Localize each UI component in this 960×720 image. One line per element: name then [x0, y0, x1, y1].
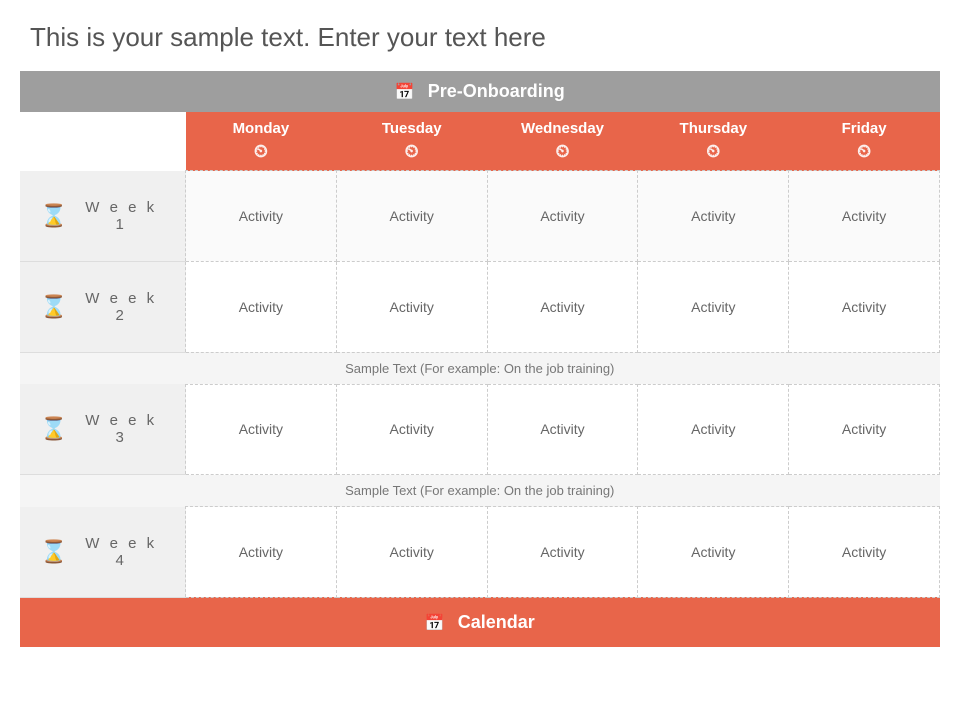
week-4-day-4-activity: Activity	[638, 507, 789, 598]
week-4-label-cell: ⌛ W e e k 4	[20, 507, 186, 598]
week-1-day-2-activity: Activity	[336, 171, 487, 262]
hourglass-icon-week-4: ⌛	[40, 539, 67, 565]
week-3-day-2-activity: Activity	[336, 384, 487, 475]
week-1-day-3-activity: Activity	[487, 171, 638, 262]
week-4-row: ⌛W e e k 4ActivityActivityActivityActivi…	[20, 507, 940, 598]
week-3-day-1-activity: Activity	[186, 384, 337, 475]
week-3-day-4-activity: Activity	[638, 384, 789, 475]
monday-header: Monday ⏲	[186, 112, 337, 171]
week-2-sample-text-row: Sample Text (For example: On the job tra…	[20, 352, 940, 384]
week-4-day-2-activity: Activity	[336, 507, 487, 598]
thursday-header: Thursday ⏲	[638, 112, 789, 171]
week-1-label-wrapper: ⌛ W e e k 1	[28, 185, 177, 247]
week-4-day-3-activity: Activity	[487, 507, 638, 598]
week-2-row: ⌛W e e k 2ActivityActivityActivityActivi…	[20, 261, 940, 352]
week-3-day-3-activity: Activity	[487, 384, 638, 475]
wednesday-header: Wednesday ⏲	[487, 112, 638, 171]
empty-header-cell	[20, 112, 186, 171]
week-3-label-wrapper: ⌛ W e e k 3	[28, 398, 177, 460]
schedule-table-container: 📅 Pre-Onboarding Monday ⏲ Tuesday ⏲	[20, 71, 940, 647]
timer-icon-wednesday: ⏲	[555, 141, 569, 162]
week-1-day-4-activity: Activity	[638, 171, 789, 262]
timer-icon-monday: ⏲	[254, 141, 268, 162]
page-title: This is your sample text. Enter your tex…	[0, 0, 960, 71]
week-1-label-text: W e e k 1	[77, 199, 165, 233]
week-4-label-text: W e e k 4	[77, 535, 165, 569]
week-3-sample-text: Sample Text (For example: On the job tra…	[20, 475, 940, 507]
week-1-row: ⌛W e e k 1ActivityActivityActivityActivi…	[20, 171, 940, 262]
week-2-sample-text: Sample Text (For example: On the job tra…	[20, 352, 940, 384]
tuesday-header: Tuesday ⏲	[336, 112, 487, 171]
preonboarding-header: 📅 Pre-Onboarding	[20, 71, 940, 112]
week-3-row: ⌛W e e k 3ActivityActivityActivityActivi…	[20, 384, 940, 475]
week-2-label-wrapper: ⌛ W e e k 2	[28, 276, 177, 338]
calendar-icon-top: 📅	[395, 84, 415, 101]
calendar-icon-bottom: 📅	[425, 615, 445, 632]
hourglass-icon-week-1: ⌛	[40, 203, 67, 229]
week-3-sample-text-row: Sample Text (For example: On the job tra…	[20, 475, 940, 507]
friday-header: Friday ⏲	[789, 112, 940, 171]
timer-icon-thursday: ⏲	[706, 141, 720, 162]
calendar-footer: 📅 Calendar	[20, 597, 940, 647]
week-2-day-4-activity: Activity	[638, 261, 789, 352]
timer-icon-tuesday: ⏲	[405, 141, 419, 162]
hourglass-icon-week-3: ⌛	[40, 416, 67, 442]
schedule-body: ⌛W e e k 1ActivityActivityActivityActivi…	[20, 171, 940, 598]
week-2-day-2-activity: Activity	[336, 261, 487, 352]
days-header-row: Monday ⏲ Tuesday ⏲ Wednesday ⏲	[20, 112, 940, 171]
week-2-day-5-activity: Activity	[789, 261, 940, 352]
week-3-label-text: W e e k 3	[77, 412, 165, 446]
preonboarding-label: Pre-Onboarding	[428, 81, 565, 101]
hourglass-icon-week-2: ⌛	[40, 294, 67, 320]
week-3-label-cell: ⌛ W e e k 3	[20, 384, 186, 475]
preonboarding-header-row: 📅 Pre-Onboarding	[20, 71, 940, 112]
week-2-day-3-activity: Activity	[487, 261, 638, 352]
week-3-day-5-activity: Activity	[789, 384, 940, 475]
calendar-label: Calendar	[458, 612, 535, 632]
week-4-day-5-activity: Activity	[789, 507, 940, 598]
calendar-footer-row: 📅 Calendar	[20, 597, 940, 647]
timer-icon-friday: ⏲	[857, 141, 871, 162]
week-2-day-1-activity: Activity	[186, 261, 337, 352]
week-4-label-wrapper: ⌛ W e e k 4	[28, 521, 177, 583]
week-4-day-1-activity: Activity	[186, 507, 337, 598]
week-1-day-1-activity: Activity	[186, 171, 337, 262]
week-2-label-text: W e e k 2	[77, 290, 165, 324]
week-1-label-cell: ⌛ W e e k 1	[20, 171, 186, 262]
schedule-table: 📅 Pre-Onboarding Monday ⏲ Tuesday ⏲	[20, 71, 940, 647]
week-2-label-cell: ⌛ W e e k 2	[20, 261, 186, 352]
week-1-day-5-activity: Activity	[789, 171, 940, 262]
